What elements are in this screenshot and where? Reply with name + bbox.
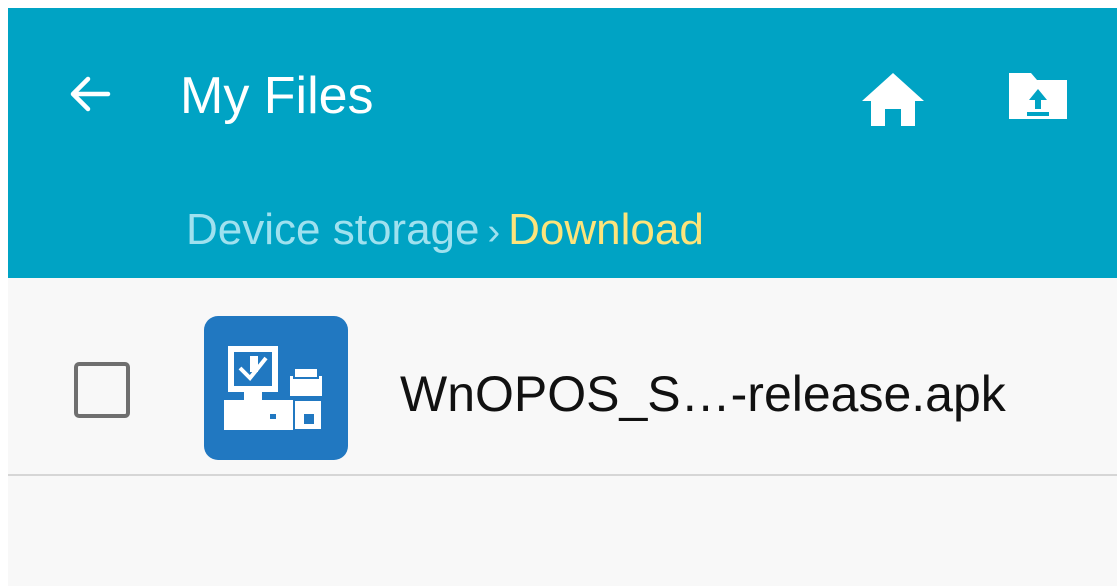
file-checkbox[interactable] [74, 362, 130, 418]
breadcrumb-separator: › [487, 211, 501, 253]
arrow-left-icon [66, 70, 114, 123]
breadcrumb-root[interactable]: Device storage [186, 205, 479, 254]
folder-up-icon [1007, 69, 1069, 126]
file-name: WnOPOS_S…-release.apk [400, 366, 1006, 422]
breadcrumb-current: Download [508, 205, 704, 254]
page-title: My Files [180, 67, 374, 125]
pos-terminal-app-icon [204, 316, 348, 460]
app-bar: My Files Device storage › Download [8, 8, 1117, 278]
home-icon [860, 71, 926, 132]
file-list-item[interactable]: WnOPOS_S…-release.apk [8, 278, 1117, 476]
upload-folder-button[interactable] [1002, 64, 1074, 130]
back-button[interactable] [60, 66, 120, 126]
screen: My Files Device storage › Download WnOPO… [8, 8, 1117, 586]
home-button[interactable] [858, 68, 928, 134]
breadcrumb: Device storage › Download [186, 204, 704, 258]
